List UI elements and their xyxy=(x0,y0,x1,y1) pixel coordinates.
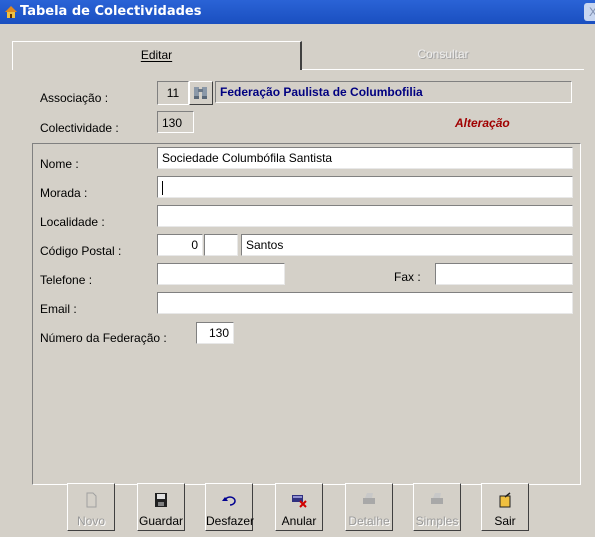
numero-federacao-label: Número da Federação : xyxy=(40,331,167,345)
associacao-code: 11 xyxy=(157,81,189,105)
anular-button[interactable]: Anular xyxy=(275,483,323,531)
associacao-lookup-button[interactable] xyxy=(189,81,213,105)
novo-label: Novo xyxy=(76,514,105,528)
colectividade-label: Colectividade : xyxy=(40,121,119,135)
email-label: Email : xyxy=(40,302,77,316)
simples-label: Simples xyxy=(415,514,459,528)
text-cursor xyxy=(162,180,163,195)
new-document-icon xyxy=(86,492,97,508)
close-button[interactable]: X xyxy=(584,3,595,21)
telefone-input[interactable] xyxy=(157,263,285,285)
localidade-input[interactable] xyxy=(157,205,573,227)
codigo-postal-part2-input[interactable] xyxy=(204,234,238,256)
action-toolbar: Novo Guardar Desfazer Anular Detalhe Sim… xyxy=(67,483,530,531)
pigeon-house-icon xyxy=(5,6,17,18)
nome-label: Nome : xyxy=(40,157,79,171)
undo-arrow-icon xyxy=(222,496,236,506)
guardar-button[interactable]: Guardar xyxy=(137,483,185,531)
simples-button[interactable]: Simples xyxy=(413,483,461,531)
tab-consultar-label: Consultar xyxy=(417,47,469,61)
detalhe-button[interactable]: Detalhe xyxy=(345,483,393,531)
email-input[interactable] xyxy=(157,292,573,314)
colectividade-value: 130 xyxy=(157,111,194,133)
telefone-label: Telefone : xyxy=(40,273,93,287)
fax-input[interactable] xyxy=(435,263,573,285)
desfazer-button[interactable]: Desfazer xyxy=(205,483,255,531)
codigo-postal-label: Código Postal : xyxy=(40,244,122,258)
morada-label: Morada : xyxy=(40,186,88,200)
tab-editar-label: Editar xyxy=(140,48,173,62)
novo-button[interactable]: Novo xyxy=(67,483,115,531)
printer-icon xyxy=(431,493,443,504)
title-bar: Tabela de Colectividades X xyxy=(0,0,595,24)
save-disk-icon xyxy=(155,493,167,507)
codigo-postal-city-input[interactable]: Santos xyxy=(241,234,573,256)
printer-icon xyxy=(363,493,375,504)
associacao-label: Associação : xyxy=(40,91,109,105)
nome-input[interactable]: Sociedade Columbófila Santista xyxy=(157,147,573,169)
tab-consultar[interactable]: Consultar xyxy=(302,41,584,70)
associacao-name: Federação Paulista de Columbofilia xyxy=(215,81,572,103)
morada-input[interactable] xyxy=(157,176,573,198)
codigo-postal-part1-input[interactable]: 0 xyxy=(157,234,203,256)
sair-button[interactable]: Sair xyxy=(481,483,529,531)
tab-editar[interactable]: Editar xyxy=(12,41,302,70)
fax-label: Fax : xyxy=(394,270,421,284)
guardar-label: Guardar xyxy=(138,514,184,528)
detalhe-label: Detalhe xyxy=(348,514,390,528)
tab-bar: Editar Consultar xyxy=(12,41,584,70)
exit-door-icon xyxy=(499,492,511,508)
desfazer-label: Desfazer xyxy=(206,514,255,528)
cancel-keyboard-icon xyxy=(292,495,307,508)
window-title: Tabela de Colectividades xyxy=(20,4,202,19)
numero-federacao-input[interactable]: 130 xyxy=(196,322,234,344)
sair-label: Sair xyxy=(494,514,516,528)
anular-label: Anular xyxy=(281,514,317,528)
localidade-label: Localidade : xyxy=(40,215,105,229)
binoculars-icon xyxy=(194,87,207,99)
mode-status: Alteração xyxy=(455,116,510,130)
